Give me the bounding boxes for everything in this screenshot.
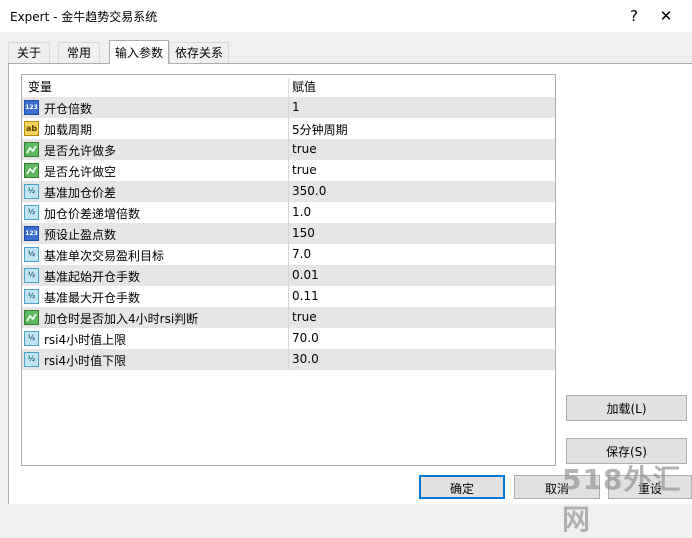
param-name: 预设止盈点数 (44, 228, 117, 242)
load-button[interactable]: 加载(L) (566, 395, 687, 421)
table-row[interactable]: ½ rsi4小时值下限 30.0 (22, 349, 555, 370)
table-row[interactable]: ½ 基准加仓价差 350.0 (22, 181, 555, 202)
column-divider (288, 181, 289, 202)
table-row[interactable]: 123 预设止盈点数 150 (22, 223, 555, 244)
table-row[interactable]: ½ 加仓价差递增倍数 1.0 (22, 202, 555, 223)
window-title: Expert - 金牛趋势交易系统 (10, 10, 158, 24)
param-name: 加仓价差递增倍数 (44, 207, 141, 221)
param-name: 加仓时是否加入4小时rsi判断 (44, 312, 199, 326)
table-row[interactable]: ab 加载周期 5分钟周期 (22, 118, 555, 139)
param-name: 是否允许做空 (44, 165, 117, 179)
double-type-icon: ½ (24, 352, 39, 367)
param-value[interactable]: true (292, 310, 317, 324)
param-value[interactable]: 70.0 (292, 331, 319, 345)
string-type-icon: ab (24, 121, 39, 136)
param-value[interactable]: 0.01 (292, 268, 319, 282)
column-divider (288, 328, 289, 349)
column-divider (288, 244, 289, 265)
grid-header: 变量 赋值 (22, 75, 555, 100)
table-row[interactable]: ½ rsi4小时值上限 70.0 (22, 328, 555, 349)
param-value[interactable]: 5分钟周期 (292, 121, 348, 138)
column-divider (288, 265, 289, 286)
param-name: 加载周期 (44, 123, 93, 137)
column-divider (288, 139, 289, 160)
param-value[interactable]: 7.0 (292, 247, 311, 261)
param-value[interactable]: true (292, 142, 317, 156)
param-name: 基准最大开仓手数 (44, 291, 141, 305)
param-name: rsi4小时值下限 (44, 354, 127, 368)
param-name: 是否允许做多 (44, 144, 117, 158)
tab-inputs[interactable]: 输入参数 (109, 40, 169, 64)
help-icon[interactable]: ? (620, 4, 648, 28)
table-row[interactable]: ½ 基准最大开仓手数 0.11 (22, 286, 555, 307)
column-divider (288, 160, 289, 181)
tab-dependencies[interactable]: 依存关系 (169, 42, 229, 63)
int-type-icon: 123 (24, 226, 39, 241)
table-row[interactable]: 加仓时是否加入4小时rsi判断 true (22, 307, 555, 328)
table-row[interactable]: 123 开仓倍数 1 (22, 97, 555, 118)
title-bar: Expert - 金牛趋势交易系统 ? ✕ (0, 0, 692, 32)
param-value[interactable]: 30.0 (292, 352, 319, 366)
bool-type-icon (24, 142, 39, 157)
header-variable: 变量 (28, 80, 53, 94)
close-icon[interactable]: ✕ (652, 4, 680, 28)
column-divider (288, 223, 289, 244)
double-type-icon: ½ (24, 289, 39, 304)
param-value[interactable]: 150 (292, 226, 315, 240)
table-row[interactable]: 是否允许做多 true (22, 139, 555, 160)
param-name: rsi4小时值上限 (44, 333, 127, 347)
table-row[interactable]: ½ 基准单次交易盈利目标 7.0 (22, 244, 555, 265)
ok-button[interactable]: 确定 (419, 475, 505, 499)
double-type-icon: ½ (24, 331, 39, 346)
bool-type-icon (24, 163, 39, 178)
int-type-icon: 123 (24, 100, 39, 115)
double-type-icon: ½ (24, 205, 39, 220)
header-value: 赋值 (292, 80, 317, 94)
double-type-icon: ½ (24, 247, 39, 262)
column-divider (288, 307, 289, 328)
double-type-icon: ½ (24, 184, 39, 199)
tab-common[interactable]: 常用 (58, 42, 100, 63)
watermark-logo: 518外汇网 (562, 463, 682, 536)
tab-about[interactable]: 关于 (8, 42, 50, 63)
param-value[interactable]: 1.0 (292, 205, 311, 219)
column-divider (288, 286, 289, 307)
table-row[interactable]: 是否允许做空 true (22, 160, 555, 181)
bool-type-icon (24, 310, 39, 325)
inputs-grid[interactable]: 变量 赋值 123 开仓倍数 1 ab 加载周期 5分钟周期 是否允许做多 true 是否允许做… (21, 74, 556, 466)
param-name: 基准加仓价差 (44, 186, 117, 200)
param-name: 基准起始开仓手数 (44, 270, 141, 284)
column-divider (288, 202, 289, 223)
table-row[interactable]: ½ 基准起始开仓手数 0.01 (22, 265, 555, 286)
column-divider (288, 118, 289, 139)
param-value[interactable]: true (292, 163, 317, 177)
param-value[interactable]: 0.11 (292, 289, 319, 303)
param-name: 开仓倍数 (44, 102, 93, 116)
param-value[interactable]: 1 (292, 100, 300, 114)
column-divider (288, 349, 289, 370)
column-divider (288, 97, 289, 118)
param-value[interactable]: 350.0 (292, 184, 326, 198)
double-type-icon: ½ (24, 268, 39, 283)
param-name: 基准单次交易盈利目标 (44, 249, 165, 263)
